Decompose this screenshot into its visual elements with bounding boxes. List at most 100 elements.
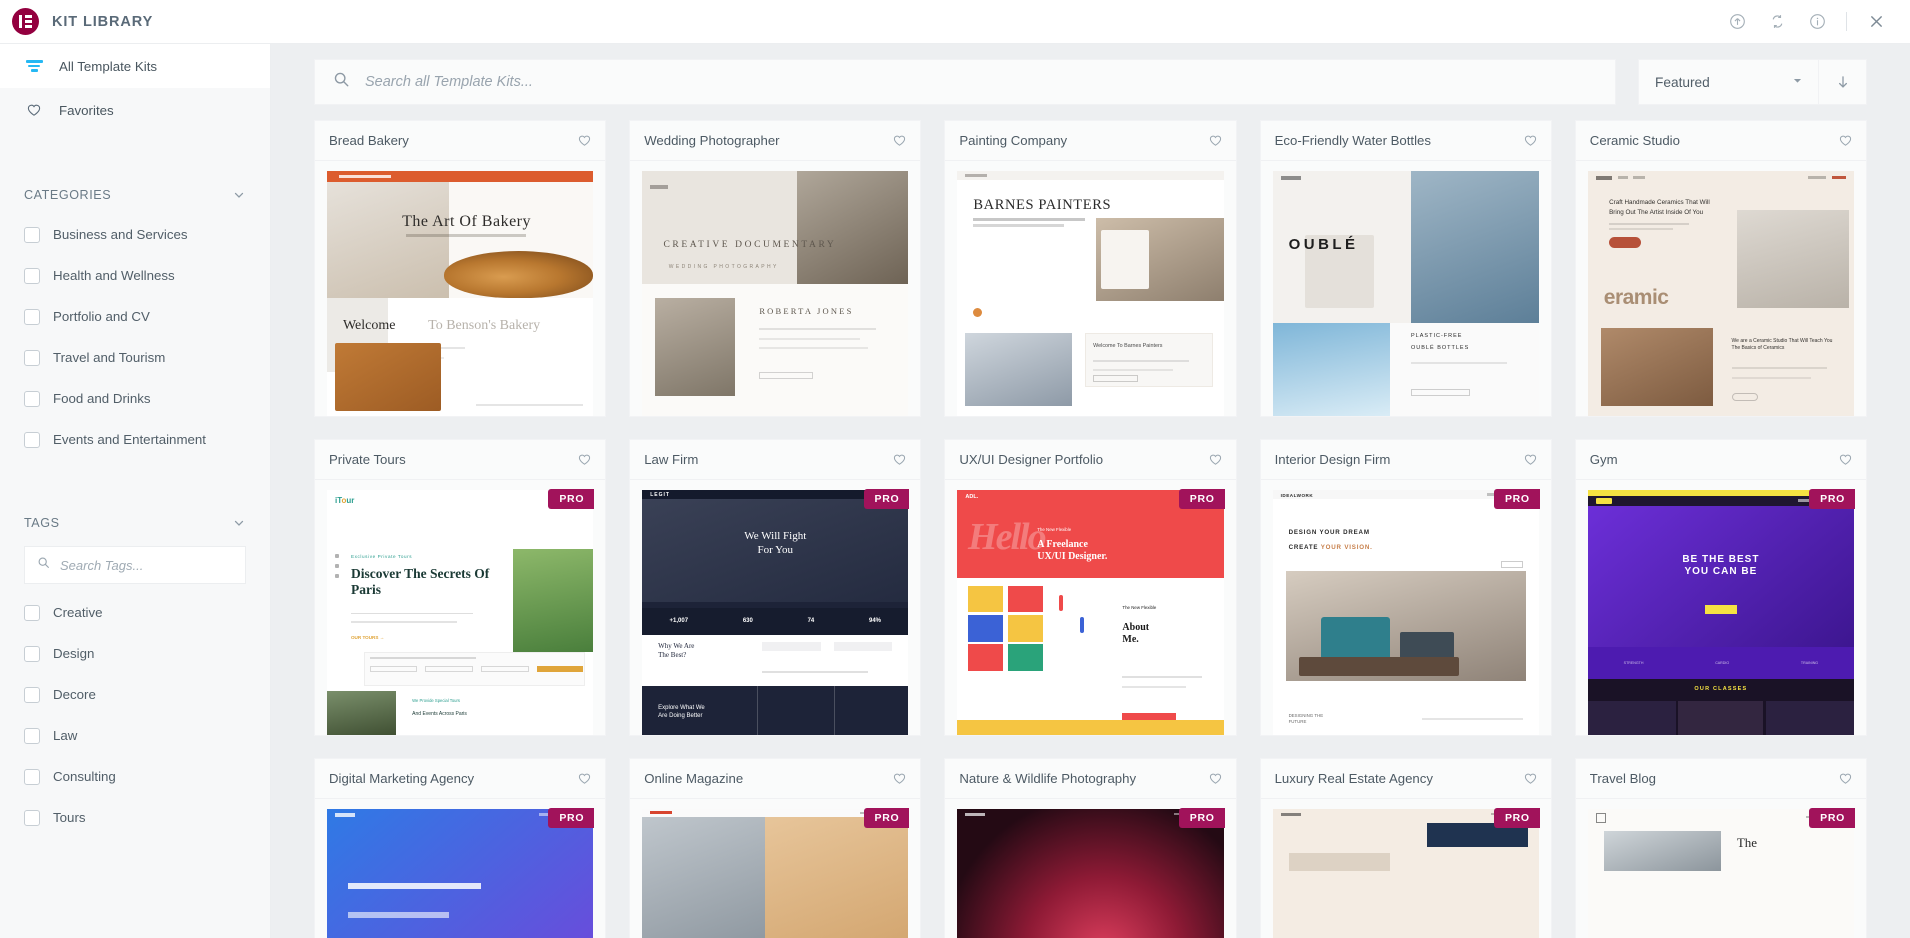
tag-checkbox-creative[interactable]: Creative <box>24 592 246 633</box>
tag-search-box[interactable] <box>24 546 246 584</box>
favorite-heart-icon[interactable] <box>1208 771 1223 786</box>
kit-card-uxui-designer-portfolio[interactable]: UX/UI Designer Portfolio PRO ADL. Hello … <box>944 439 1237 736</box>
category-checkbox-business-and-services[interactable]: Business and Services <box>24 214 246 255</box>
kit-card-gym[interactable]: Gym PRO BE THE BESTYOU CAN BE STRENGTH <box>1574 439 1867 736</box>
kit-card-ceramic-studio[interactable]: Ceramic Studio Craft Handmade Ceramics T… <box>1574 120 1867 417</box>
tag-label: Decore <box>53 687 96 702</box>
kit-card-bread-bakery[interactable]: Bread Bakery The Art Of Bakery Welcome T… <box>314 120 607 417</box>
favorite-heart-icon[interactable] <box>1523 771 1538 786</box>
favorite-heart-icon[interactable] <box>892 133 907 148</box>
tag-checkbox-decore[interactable]: Decore <box>24 674 246 715</box>
category-label: Portfolio and CV <box>53 309 150 324</box>
card-header: Painting Company <box>945 121 1236 161</box>
main-content: Featured Bread Bakery <box>271 44 1910 938</box>
tag-checkbox-design[interactable]: Design <box>24 633 246 674</box>
favorite-heart-icon[interactable] <box>577 452 592 467</box>
checkbox-icon[interactable] <box>24 768 40 785</box>
card-title: Interior Design Firm <box>1274 452 1391 467</box>
checkbox-icon[interactable] <box>24 727 40 744</box>
sidebar-item-label: All Template Kits <box>59 58 158 74</box>
card-title: Luxury Real Estate Agency <box>1274 771 1433 786</box>
tags-header[interactable]: TAGS <box>24 504 246 542</box>
checkbox-icon[interactable] <box>24 390 40 407</box>
search-input[interactable] <box>365 74 1597 90</box>
pro-badge: PRO <box>1809 808 1855 828</box>
kit-card-painting-company[interactable]: Painting Company BARNES PAINTERS Welcome… <box>944 120 1237 417</box>
sort-direction-button[interactable] <box>1819 59 1867 105</box>
category-checkbox-health-and-wellness[interactable]: Health and Wellness <box>24 255 246 296</box>
card-title: Painting Company <box>959 133 1068 148</box>
favorite-heart-icon[interactable] <box>1208 133 1223 148</box>
tag-search-input[interactable] <box>60 557 233 573</box>
sidebar-item-all-template-kits[interactable]: All Template Kits <box>0 44 270 88</box>
card-header: Wedding Photographer <box>630 121 921 161</box>
kit-card-online-magazine[interactable]: Online Magazine PRO <box>629 758 922 938</box>
favorite-heart-icon[interactable] <box>577 771 592 786</box>
sort-select[interactable]: Featured <box>1638 59 1819 105</box>
kit-card-law-firm[interactable]: Law Firm PRO LEGIT We Will Fight For You … <box>629 439 922 736</box>
pro-badge: PRO <box>863 808 910 828</box>
favorite-heart-icon[interactable] <box>1523 452 1538 467</box>
category-checkbox-events-and-entertainment[interactable]: Events and Entertainment <box>24 419 246 460</box>
checkbox-icon[interactable] <box>24 645 40 662</box>
kit-card-travel-blog[interactable]: Travel Blog PRO The <box>1574 758 1867 938</box>
tag-label: Law <box>53 728 78 743</box>
checkbox-icon[interactable] <box>24 809 40 826</box>
card-title: Travel Blog <box>1589 771 1657 786</box>
card-header: Bread Bakery <box>315 121 606 161</box>
card-thumbnail: PRO ADL. Hello The New Flexible A Freela… <box>945 480 1236 735</box>
checkbox-icon[interactable] <box>24 686 40 703</box>
checkbox-icon[interactable] <box>24 308 40 325</box>
card-title: Private Tours <box>329 452 406 467</box>
card-thumbnail: PRO <box>315 799 606 938</box>
checkbox-icon[interactable] <box>24 604 40 621</box>
kit-card-interior-design-firm[interactable]: Interior Design Firm PRO IDEALWORK DESIG… <box>1259 439 1552 736</box>
category-checkbox-food-and-drinks[interactable]: Food and Drinks <box>24 378 246 419</box>
tag-checkbox-law[interactable]: Law <box>24 715 246 756</box>
categories-list: Business and Services Health and Wellnes… <box>24 214 246 460</box>
kit-card-private-tours[interactable]: Private Tours PRO iTour Exclusive Privat… <box>314 439 607 736</box>
favorite-heart-icon[interactable] <box>577 133 592 148</box>
card-thumbnail: CREATIVE DOCUMENTARY WEDDING PHOTOGRAPHY… <box>630 161 921 416</box>
chevron-down-icon <box>232 188 246 202</box>
checkbox-icon[interactable] <box>24 267 40 284</box>
pro-badge: PRO <box>1493 489 1540 509</box>
category-checkbox-travel-and-tourism[interactable]: Travel and Tourism <box>24 337 246 378</box>
category-checkbox-portfolio-and-cv[interactable]: Portfolio and CV <box>24 296 246 337</box>
sync-icon[interactable] <box>1757 0 1797 44</box>
card-title: UX/UI Designer Portfolio <box>959 452 1104 467</box>
favorite-heart-icon[interactable] <box>1838 452 1853 467</box>
categories-title: CATEGORIES <box>24 188 112 202</box>
info-icon[interactable] <box>1797 0 1837 44</box>
header-divider <box>1846 12 1847 31</box>
favorite-heart-icon[interactable] <box>1838 133 1853 148</box>
search-box[interactable] <box>314 59 1616 105</box>
kit-card-luxury-real-estate-agency[interactable]: Luxury Real Estate Agency PRO <box>1259 758 1552 938</box>
categories-header[interactable]: CATEGORIES <box>24 176 246 214</box>
checkbox-icon[interactable] <box>24 431 40 448</box>
favorite-heart-icon[interactable] <box>1523 133 1538 148</box>
category-label: Health and Wellness <box>53 268 175 283</box>
tag-checkbox-tours[interactable]: Tours <box>24 797 246 838</box>
toolbar: Featured <box>271 44 1910 120</box>
upload-icon[interactable] <box>1717 0 1757 44</box>
close-icon[interactable] <box>1856 0 1896 44</box>
chevron-down-icon <box>232 516 246 530</box>
pro-badge: PRO <box>1493 808 1540 828</box>
favorite-heart-icon[interactable] <box>892 771 907 786</box>
sidebar-item-favorites[interactable]: Favorites <box>0 88 270 132</box>
kit-card-eco-friendly-water-bottles[interactable]: Eco-Friendly Water Bottles OUBLÉ PLASTIC… <box>1259 120 1552 417</box>
tag-label: Creative <box>53 605 103 620</box>
favorite-heart-icon[interactable] <box>1208 452 1223 467</box>
card-thumbnail: PRO The <box>1575 799 1866 938</box>
tag-checkbox-consulting[interactable]: Consulting <box>24 756 246 797</box>
favorite-heart-icon[interactable] <box>1838 771 1853 786</box>
kit-card-wedding-photographer[interactable]: Wedding Photographer CREATIVE DOCUMENTAR… <box>629 120 922 417</box>
checkbox-icon[interactable] <box>24 226 40 243</box>
card-header: Gym <box>1575 440 1866 480</box>
kit-card-digital-marketing-agency[interactable]: Digital Marketing Agency PRO <box>314 758 607 938</box>
kit-card-nature-wildlife-photography[interactable]: Nature & Wildlife Photography PRO <box>944 758 1237 938</box>
chevron-down-icon <box>1791 74 1804 90</box>
favorite-heart-icon[interactable] <box>892 452 907 467</box>
checkbox-icon[interactable] <box>24 349 40 366</box>
